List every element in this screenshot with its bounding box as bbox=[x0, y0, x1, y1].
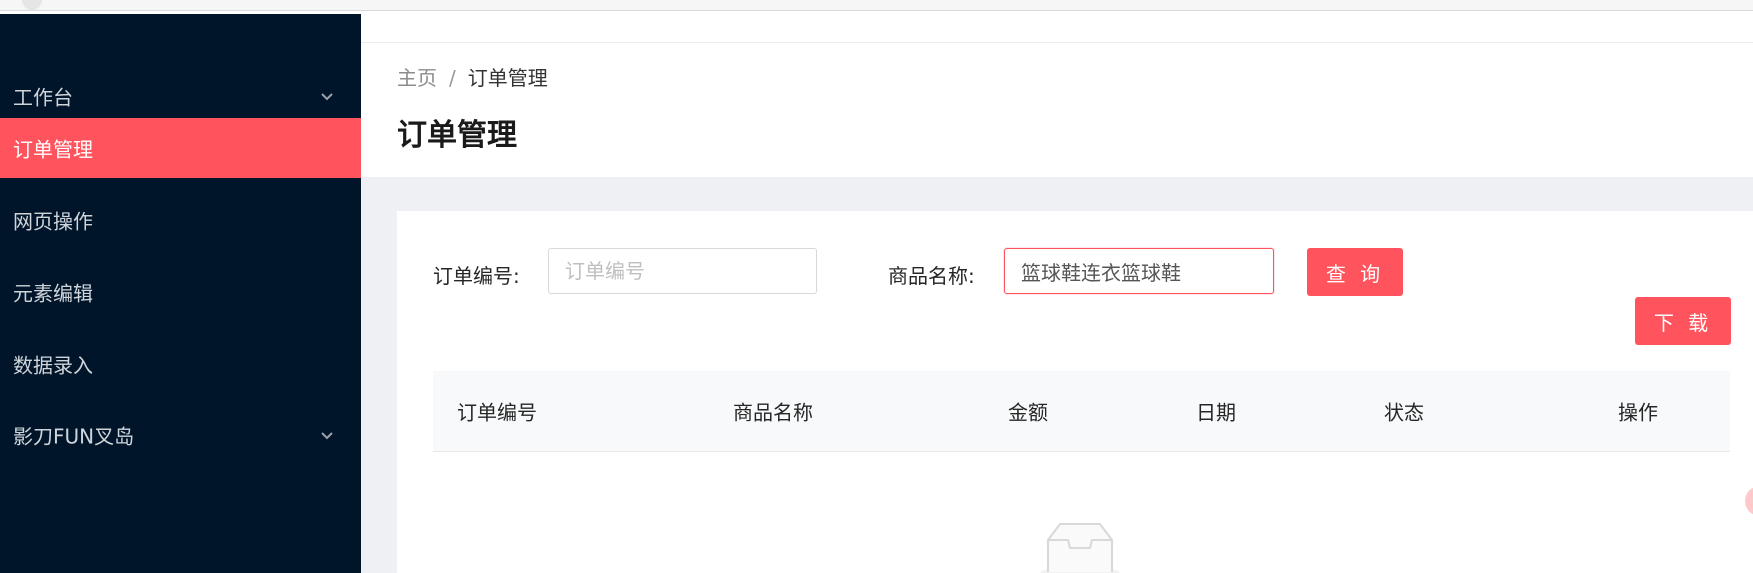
breadcrumb-home[interactable]: 主页 bbox=[397, 66, 437, 90]
header-divider bbox=[361, 42, 1753, 43]
query-button[interactable]: 查 询 bbox=[1307, 248, 1403, 296]
sidebar-item-label: 影刀FUN叉岛 bbox=[13, 424, 135, 449]
sidebar-item-label: 网页操作 bbox=[13, 209, 93, 234]
column-header-amount: 金额 bbox=[1008, 400, 1048, 425]
column-header-actions: 操作 bbox=[1618, 400, 1658, 425]
product-name-label: 商品名称: bbox=[888, 264, 975, 288]
chevron-down-icon bbox=[321, 432, 333, 440]
sidebar-item-element-editing[interactable]: 元素编辑 bbox=[0, 262, 361, 322]
sidebar-item-fun-island[interactable]: 影刀FUN叉岛 bbox=[0, 405, 361, 465]
empty-inbox-icon bbox=[1040, 523, 1120, 573]
sidebar-item-label: 订单管理 bbox=[13, 137, 93, 162]
download-button[interactable]: 下 载 bbox=[1635, 297, 1731, 345]
chevron-down-icon bbox=[321, 93, 333, 101]
sidebar: 工作台 订单管理 网页操作 元素编辑 数据录入 影刀FUN叉岛 bbox=[0, 14, 361, 573]
sidebar-item-order-management[interactable]: 订单管理 bbox=[0, 118, 361, 178]
sidebar-item-label: 数据录入 bbox=[13, 353, 93, 378]
sidebar-item-data-entry[interactable]: 数据录入 bbox=[0, 334, 361, 394]
column-header-product-name: 商品名称 bbox=[733, 400, 813, 425]
sidebar-item-web-operations[interactable]: 网页操作 bbox=[0, 190, 361, 250]
column-header-status: 状态 bbox=[1384, 400, 1424, 425]
order-number-label: 订单编号: bbox=[433, 264, 520, 288]
product-name-input[interactable] bbox=[1004, 248, 1274, 294]
breadcrumb-current: 订单管理 bbox=[467, 66, 548, 90]
column-header-order-number: 订单编号 bbox=[457, 400, 537, 425]
browser-top-strip bbox=[0, 0, 1753, 11]
page-title: 订单管理 bbox=[397, 118, 517, 153]
sidebar-item-label: 工作台 bbox=[13, 85, 73, 110]
table-header: 订单编号 商品名称 金额 日期 状态 操作 bbox=[433, 371, 1730, 452]
column-header-date: 日期 bbox=[1196, 400, 1236, 425]
sidebar-item-label: 元素编辑 bbox=[13, 281, 93, 306]
page-header bbox=[361, 14, 1753, 177]
breadcrumb: 主页 / 订单管理 bbox=[397, 62, 548, 91]
breadcrumb-separator: / bbox=[449, 66, 456, 90]
sidebar-item-workbench[interactable]: 工作台 bbox=[0, 66, 361, 126]
order-number-input[interactable] bbox=[548, 248, 817, 294]
